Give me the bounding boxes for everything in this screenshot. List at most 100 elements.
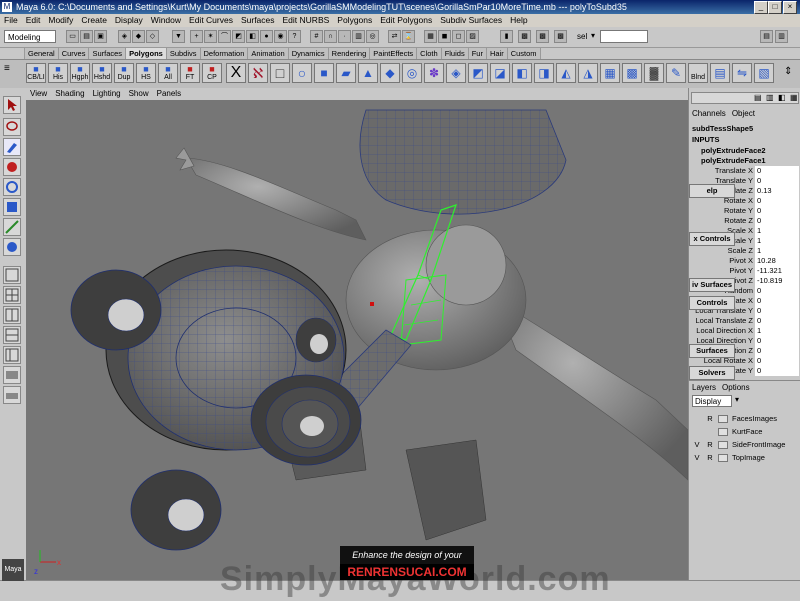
shelf-scroll-icon[interactable]: ⇕ [784, 66, 792, 77]
channel-value[interactable]: -11.321 [755, 266, 799, 276]
open-scene-icon[interactable]: ▤ [80, 30, 93, 43]
channel-value[interactable]: 0 [755, 336, 799, 346]
shelf-sculpt-icon[interactable]: ▩ [622, 63, 642, 83]
channel-value[interactable]: 0.13 [755, 186, 799, 196]
move-tool-icon[interactable] [3, 158, 21, 176]
menu-polygons[interactable]: Polygons [333, 15, 376, 25]
layer-reference-toggle[interactable]: R [705, 452, 715, 464]
shelf-subdiv-icon[interactable]: ▦ [600, 63, 620, 83]
channel-row[interactable]: Translate X0 [689, 166, 800, 176]
shelf-uv-icon[interactable]: ▤ [710, 63, 730, 83]
layer-color-swatch[interactable] [718, 454, 728, 462]
select-curves-icon[interactable]: ⌒ [218, 30, 231, 43]
select-component-icon[interactable]: ◇ [146, 30, 159, 43]
shelf-bevel-icon[interactable]: ◪ [490, 63, 510, 83]
shelf-tab-surfaces[interactable]: Surfaces [88, 47, 127, 59]
rotate-tool-icon[interactable] [3, 178, 21, 196]
menu-modify[interactable]: Modify [44, 15, 77, 25]
shelf-merge-icon[interactable]: ◮ [578, 63, 598, 83]
shelf-button-hshd[interactable]: ■ Hshd [92, 63, 112, 83]
shelf-tab-custom[interactable]: Custom [506, 47, 541, 59]
toggle-icon[interactable]: ▮ [500, 30, 513, 43]
channel-row[interactable]: Local Translate Z0 [689, 316, 800, 326]
shelf-button-cbli[interactable]: ■ CB/LI [26, 63, 46, 83]
shelf-torus-icon[interactable]: ◎ [402, 63, 422, 83]
clapper-icon[interactable]: ▩ [518, 30, 531, 43]
snap-view-plane-icon[interactable]: ▥ [352, 30, 365, 43]
layer-mode-dropdown[interactable]: Display [692, 395, 732, 407]
shelf-tab-subdivs[interactable]: Subdivs [165, 47, 201, 59]
floating-menu-button[interactable]: Solvers [689, 366, 735, 380]
channel-value[interactable]: 0 [755, 316, 799, 326]
attribute-editor-icon[interactable]: ▥ [766, 93, 774, 102]
menu-create[interactable]: Create [77, 15, 111, 25]
layer-row[interactable]: KurtFace [692, 426, 800, 438]
channel-value[interactable]: 0 [755, 306, 799, 316]
channel-value[interactable]: 0 [755, 166, 799, 176]
floating-menu-button[interactable]: Surfaces [689, 344, 735, 358]
shelf-button-hs[interactable]: ■ HS [136, 63, 156, 83]
sel-dropdown-icon[interactable]: ▾ [591, 31, 595, 40]
select-hierarchy-icon[interactable]: ◈ [118, 30, 131, 43]
shelf-triangulate-icon[interactable]: ◭ [556, 63, 576, 83]
channel-row[interactable]: Scale Z1 [689, 246, 800, 256]
shelf-tab-hair[interactable]: Hair [485, 47, 508, 59]
render-icon[interactable]: ◼ [438, 30, 451, 43]
shelf-button-all[interactable]: ■ All [158, 63, 178, 83]
shelf-mirror-icon[interactable]: ⇋ [732, 63, 752, 83]
layer-row[interactable]: V R TopImage [692, 452, 800, 464]
layer-row[interactable]: R FacesImages [692, 413, 800, 425]
viewport-menu-lighting[interactable]: Lighting [89, 89, 125, 98]
construction-history-icon[interactable]: ⌛ [402, 30, 415, 43]
shelf-curve-icon[interactable]: ℵ [248, 63, 268, 83]
layer-reference-toggle[interactable]: R [705, 439, 715, 451]
menu-edit-curves[interactable]: Edit Curves [185, 15, 237, 25]
shelf-smooth-icon[interactable]: ◨ [534, 63, 554, 83]
four-view-icon[interactable] [3, 286, 21, 304]
channel-value[interactable]: 10.28 [755, 256, 799, 266]
new-scene-icon[interactable]: ▭ [66, 30, 79, 43]
shelf-combine-icon[interactable]: ✽ [424, 63, 444, 83]
menu-subdiv-surfaces[interactable]: Subdiv Surfaces [436, 15, 506, 25]
floating-menu-button[interactable]: iv Surfaces [689, 278, 735, 292]
shape-node-name[interactable]: subdTessShape5 [692, 124, 798, 134]
channel-value[interactable]: 0 [755, 296, 799, 306]
clapper-icon-2[interactable]: ▩ [536, 30, 549, 43]
tool-settings-icon[interactable]: ◧ [778, 93, 786, 102]
channel-value[interactable]: 0 [755, 196, 799, 206]
layer-color-swatch[interactable] [718, 428, 728, 436]
channel-value[interactable]: 1 [755, 246, 799, 256]
select-tool-icon[interactable] [3, 96, 21, 114]
menu-edit[interactable]: Edit [22, 15, 45, 25]
mode-selector[interactable]: Modeling [4, 30, 56, 43]
shelf-tab-deformation[interactable]: Deformation [199, 47, 249, 59]
input-output-icon[interactable]: ⇄ [388, 30, 401, 43]
select-rendering-icon[interactable]: ◉ [274, 30, 287, 43]
shelf-tab-cloth[interactable]: Cloth [416, 47, 442, 59]
shelf-blend-button[interactable]: Blnd [688, 63, 708, 83]
persp-outliner-view-icon[interactable] [3, 346, 21, 364]
render-view-icon[interactable]: ▦ [424, 30, 437, 43]
shelf-tab-polygons[interactable]: Polygons [125, 47, 167, 59]
select-joints-icon[interactable]: ✶ [204, 30, 217, 43]
scale-tool-icon[interactable] [3, 198, 21, 216]
select-deformations-icon[interactable]: ◧ [246, 30, 259, 43]
scene-3d-model[interactable]: x z [26, 100, 688, 580]
select-dynamics-icon[interactable]: ● [260, 30, 273, 43]
last-tool-icon[interactable] [3, 238, 21, 256]
menu-file[interactable]: File [0, 15, 22, 25]
layer-tab-layers[interactable]: Layers [689, 383, 719, 392]
shelf-tab-fur[interactable]: Fur [467, 47, 487, 59]
shelf-split-icon[interactable]: ◧ [512, 63, 532, 83]
shelf-cube-icon[interactable]: ■ [314, 63, 334, 83]
shelf-button-dup[interactable]: ■ Dup [114, 63, 134, 83]
shelf-tab-animation[interactable]: Animation [247, 47, 289, 59]
layout-icon[interactable] [3, 366, 21, 384]
save-scene-icon[interactable]: ▣ [94, 30, 107, 43]
channel-value[interactable]: 0 [755, 286, 799, 296]
input-node[interactable]: polyExtrudeFace2 [701, 146, 800, 156]
channel-row[interactable]: Rotate Z0 [689, 216, 800, 226]
shelf-button-ft[interactable]: ■ FT [180, 63, 200, 83]
ipr-render-icon[interactable]: ◻ [452, 30, 465, 43]
snap-point-icon[interactable]: · [338, 30, 351, 43]
